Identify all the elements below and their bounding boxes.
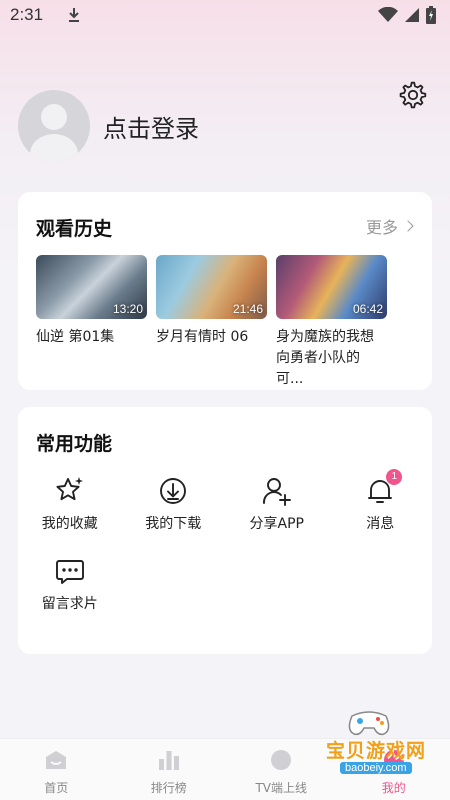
history-title: 观看历史 — [36, 218, 113, 240]
video-duration: 13:20 — [112, 302, 143, 316]
message-icon — [55, 560, 84, 584]
gamepad-icon — [348, 711, 390, 736]
messages-button[interactable]: 1 消息 — [329, 469, 433, 533]
tv-icon — [271, 750, 292, 770]
battery-icon — [426, 6, 436, 24]
tab-tv[interactable]: TV端上线 — [225, 739, 338, 800]
function-label: 我的收藏 — [41, 516, 98, 532]
video-duration: 21:46 — [232, 302, 263, 316]
wifi-icon — [378, 7, 398, 22]
history-item[interactable]: 06:42 身为魔族的我想 向勇者小队的可... — [276, 255, 387, 390]
tab-label: 排行榜 — [150, 781, 187, 795]
chevron-right-icon — [402, 220, 414, 232]
favorites-button[interactable]: 我的收藏 — [18, 475, 122, 533]
login-label[interactable]: 点击登录 — [103, 109, 199, 144]
video-title: 岁月有情时 06 — [156, 329, 249, 345]
common-title: 常用功能 — [36, 433, 113, 455]
tab-profile[interactable]: 我的 — [338, 739, 450, 800]
bottom-tab-bar: 首页 排行榜 TV端上线 我的 — [0, 738, 450, 800]
video-thumbnail[interactable]: 13:20 — [36, 255, 147, 319]
function-label: 分享APP — [249, 516, 304, 532]
share-app-button[interactable]: 分享APP — [225, 475, 329, 533]
profile-icon — [383, 750, 404, 770]
video-title: 身为魔族的我想 向勇者小队的可... — [276, 329, 374, 387]
star-icon — [56, 477, 83, 501]
video-thumbnail[interactable]: 06:42 — [276, 255, 387, 319]
more-label: 更多 — [365, 218, 398, 237]
history-more-link[interactable]: 更多 — [365, 214, 414, 238]
status-time: 2:31 — [10, 5, 44, 24]
bell-icon-wrapper: 1 — [364, 469, 403, 507]
downloads-button[interactable]: 我的下载 — [122, 475, 226, 533]
function-label: 消息 — [366, 516, 395, 532]
ranking-icon — [158, 751, 179, 770]
download-status-icon — [69, 8, 80, 22]
history-list: 13:20 仙逆 第01集 21:46 岁月有情时 06 06:42 身为魔族的… — [36, 255, 387, 390]
history-item[interactable]: 21:46 岁月有情时 06 — [156, 255, 267, 390]
function-grid: 我的收藏 我的下载 分享APP 1 消息 留言求片 — [18, 469, 433, 613]
request-movie-button[interactable]: 留言求片 — [18, 555, 122, 613]
common-functions-card: 常用功能 我的收藏 我的下载 分享APP 1 消息 留言求片 — [18, 407, 432, 654]
tab-label: TV端上线 — [255, 781, 308, 795]
signal-icon — [405, 8, 419, 22]
home-icon — [46, 751, 67, 769]
tab-label: 首页 — [44, 781, 69, 795]
profile-header[interactable]: 点击登录 — [18, 90, 199, 162]
share-user-icon — [262, 478, 291, 506]
tab-home[interactable]: 首页 — [0, 739, 113, 800]
history-item[interactable]: 13:20 仙逆 第01集 — [36, 255, 147, 390]
download-icon — [160, 478, 187, 504]
video-thumbnail[interactable]: 21:46 — [156, 255, 267, 319]
function-label: 留言求片 — [41, 596, 98, 612]
status-bar: 2:31 — [0, 0, 450, 30]
settings-gear-icon[interactable] — [398, 80, 428, 110]
tab-ranking[interactable]: 排行榜 — [113, 739, 226, 800]
video-title: 仙逆 第01集 — [36, 329, 115, 345]
avatar[interactable] — [18, 90, 90, 162]
video-duration: 06:42 — [352, 302, 383, 316]
watch-history-card: 观看历史 更多 13:20 仙逆 第01集 21:46 岁月有情时 06 06:… — [18, 192, 432, 390]
notification-badge: 1 — [386, 469, 403, 485]
tab-label: 我的 — [381, 781, 406, 795]
function-label: 我的下载 — [145, 516, 202, 532]
